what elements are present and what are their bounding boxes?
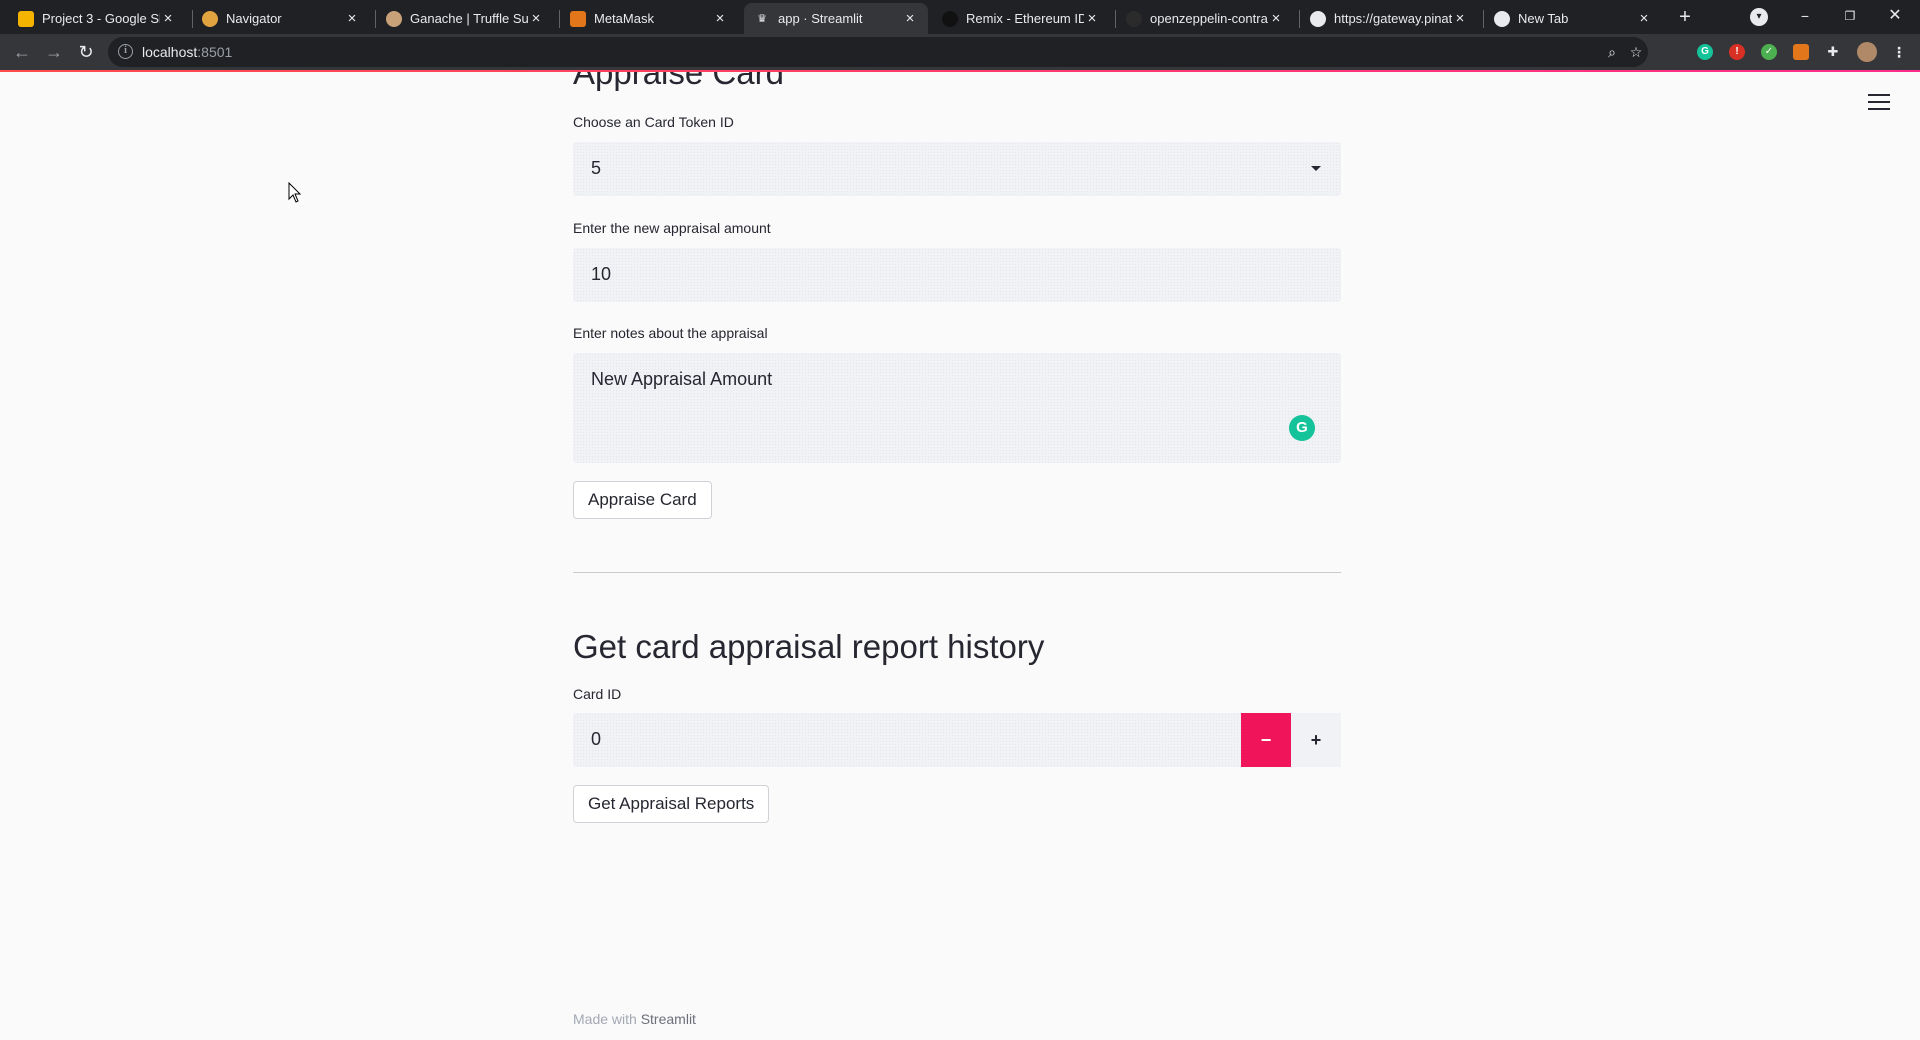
browser-tab-bar: Project 3 - Google Slid × Navigator × Ga… — [0, 0, 1920, 34]
zoom-icon[interactable]: ⌕ — [1604, 44, 1620, 60]
close-icon[interactable]: × — [528, 10, 544, 27]
forward-button[interactable]: → — [42, 40, 66, 64]
navigator-icon — [202, 10, 218, 27]
close-icon[interactable]: × — [344, 10, 360, 27]
close-icon[interactable]: × — [712, 10, 728, 27]
close-icon[interactable]: × — [902, 10, 918, 27]
tab-title: Remix - Ethereum IDE — [966, 11, 1084, 26]
tab-new-tab[interactable]: New Tab × — [1484, 3, 1662, 34]
tab-title: app · Streamlit — [778, 11, 863, 26]
footer-prefix: Made with — [573, 1011, 641, 1027]
footer: Made with Streamlit — [573, 1011, 696, 1027]
bookmark-star-icon[interactable]: ☆ — [1628, 44, 1644, 60]
mouse-cursor-icon — [288, 182, 302, 203]
tab-search-icon[interactable]: ▾ — [1750, 8, 1768, 26]
close-icon[interactable]: × — [160, 10, 176, 27]
close-icon[interactable]: × — [1636, 10, 1652, 27]
tab-title: Ganache | Truffle Suite — [410, 11, 528, 26]
restore-button[interactable]: ❐ — [1830, 2, 1870, 30]
streamlit-link[interactable]: Streamlit — [641, 1011, 696, 1027]
remix-icon — [942, 10, 958, 27]
card-id-number-input[interactable]: 0 − + — [573, 713, 1341, 767]
address-bar[interactable]: i localhost:8501 ⌕ ☆ — [108, 37, 1648, 67]
grammarly-icon[interactable]: G — [1289, 415, 1315, 441]
increment-button[interactable]: + — [1291, 713, 1341, 767]
tab-title: Navigator — [226, 11, 282, 26]
chevron-down-icon — [1311, 166, 1321, 171]
tab-navigator[interactable]: Navigator × — [192, 3, 370, 34]
github-icon — [1126, 10, 1142, 27]
red-extension-icon[interactable]: ! — [1729, 44, 1745, 60]
new-tab-button[interactable]: + — [1673, 6, 1697, 30]
tab-title: New Tab — [1518, 11, 1569, 26]
reload-button[interactable]: ↻ — [74, 40, 98, 64]
shield-extension-icon[interactable]: ✓ — [1761, 44, 1777, 60]
back-button[interactable]: ← — [10, 40, 34, 64]
tab-google-slides[interactable]: Project 3 - Google Slid × — [8, 3, 186, 34]
tab-pinata-gateway[interactable]: https://gateway.pinata × — [1300, 3, 1478, 34]
streamlit-app: Appraise Card Choose an Card Token ID 5 … — [0, 72, 1920, 1040]
tab-streamlit-app[interactable]: ♛ app · Streamlit × — [744, 3, 928, 34]
tab-openzeppelin[interactable]: openzeppelin-contrac × — [1116, 3, 1294, 34]
token-id-label: Choose an Card Token ID — [573, 114, 734, 130]
section-title-appraise: Appraise Card — [573, 72, 784, 91]
profile-avatar[interactable] — [1857, 42, 1877, 62]
metamask-extension-icon[interactable] — [1793, 44, 1809, 60]
tab-metamask[interactable]: MetaMask × — [560, 3, 738, 34]
section-divider — [573, 572, 1341, 573]
close-icon[interactable]: × — [1452, 10, 1468, 27]
metamask-icon — [570, 10, 586, 27]
browser-toolbar: ← → ↻ i localhost:8501 ⌕ ☆ G ! ✓ ✚ ⋮ — [0, 34, 1920, 70]
tab-title: https://gateway.pinata — [1334, 11, 1452, 26]
site-info-icon[interactable]: i — [118, 44, 133, 59]
streamlit-icon: ♛ — [757, 13, 767, 25]
grammarly-extension-icon[interactable]: G — [1697, 44, 1713, 60]
notes-label: Enter notes about the appraisal — [573, 325, 768, 341]
tab-remix[interactable]: Remix - Ethereum IDE × — [932, 3, 1110, 34]
appraise-card-button[interactable]: Appraise Card — [573, 481, 712, 519]
appraisal-notes-textarea[interactable]: New Appraisal Amount G — [573, 353, 1341, 463]
decrement-button[interactable]: − — [1241, 713, 1291, 767]
card-id-label: Card ID — [573, 686, 622, 702]
close-icon[interactable]: × — [1268, 10, 1284, 27]
appraisal-amount-input[interactable]: 10 — [573, 248, 1341, 302]
minimize-button[interactable]: − — [1785, 2, 1825, 30]
google-slides-icon — [18, 10, 34, 27]
tab-title: Project 3 - Google Slid — [42, 11, 160, 26]
amount-label: Enter the new appraisal amount — [573, 220, 771, 236]
browser-menu-icon[interactable]: ⋮ — [1891, 44, 1907, 60]
url-text[interactable]: localhost:8501 — [142, 44, 232, 60]
tab-title: openzeppelin-contrac — [1150, 11, 1268, 26]
get-appraisal-reports-button[interactable]: Get Appraisal Reports — [573, 785, 770, 823]
tab-ganache[interactable]: Ganache | Truffle Suite × — [376, 3, 554, 34]
extensions-puzzle-icon[interactable]: ✚ — [1825, 44, 1841, 60]
globe-icon — [1310, 10, 1326, 27]
window-close-button[interactable]: ✕ — [1875, 2, 1915, 30]
chrome-icon — [1494, 10, 1510, 27]
ganache-icon — [386, 10, 402, 27]
token-id-select[interactable]: 5 — [573, 142, 1341, 196]
close-icon[interactable]: × — [1084, 10, 1100, 27]
section-title-history: Get card appraisal report history — [573, 628, 1045, 665]
tab-title: MetaMask — [594, 11, 654, 26]
hamburger-menu-icon[interactable] — [1868, 94, 1890, 112]
